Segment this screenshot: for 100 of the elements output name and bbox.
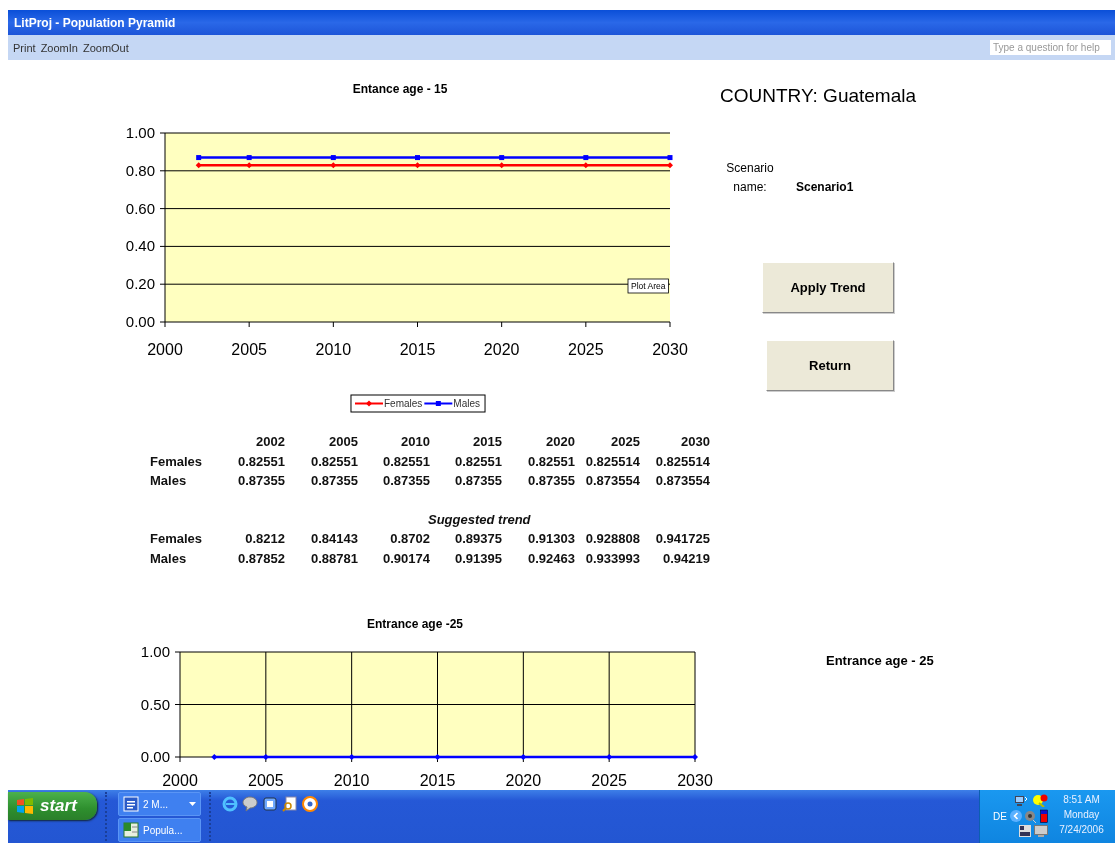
document-app-icon	[123, 796, 139, 812]
document-search-icon[interactable]	[282, 796, 298, 812]
section-title: Suggested trend	[428, 510, 531, 529]
table-cell-text: 0.82551	[528, 452, 575, 471]
taskbar-button[interactable]: Popula...	[118, 818, 201, 842]
country-heading: COUNTRY: Guatemala	[720, 85, 917, 107]
table-cell-text: 0.87355	[528, 472, 575, 490]
window-title: LitProj - Population Pyramid	[14, 15, 176, 30]
table-cell-text: 0.941725	[655, 530, 710, 548]
menu-item[interactable]: Print	[12, 41, 37, 54]
battery-icon	[1040, 809, 1048, 823]
table-cell-text: 0.90174	[383, 549, 430, 568]
clock-day: Monday	[1063, 809, 1100, 820]
axis-tick-label: 0.60	[125, 199, 155, 217]
menu-item[interactable]: ZoomOut	[81, 41, 130, 54]
axis-tick-label: 1.00	[140, 643, 170, 660]
action-button[interactable]: Return	[766, 340, 894, 391]
data-point	[692, 754, 698, 760]
column-header: 2015	[473, 433, 502, 451]
data-point	[211, 754, 218, 760]
monitor-icon	[1034, 825, 1048, 837]
axis-tick-label: 2000	[147, 341, 183, 358]
row-header: Females	[150, 452, 203, 471]
menu-item[interactable]: ZoomIn	[39, 41, 79, 54]
table-cell-text: 0.94219	[663, 549, 710, 568]
speaker-icon	[1025, 809, 1037, 823]
table-cell-text: 0.82551	[383, 452, 430, 471]
data-point	[606, 754, 613, 760]
disc-icon[interactable]	[302, 796, 318, 812]
grid-icon	[1019, 825, 1031, 837]
row-header: Males	[150, 472, 187, 490]
axis-tick-label: 2020	[505, 772, 542, 789]
data-point	[348, 754, 355, 760]
table-cell-text: 0.928808	[585, 530, 640, 548]
table-cell-text: 0.8702	[390, 530, 430, 548]
column-header: 2002	[256, 433, 285, 451]
help-search-field[interactable]: Type a question for help	[989, 39, 1112, 56]
axis-tick-label: 2025	[591, 772, 627, 789]
axis-tick-label: 2025	[568, 341, 604, 358]
scenario-name: Scenario1	[796, 179, 854, 196]
chart-title: Entance age - 15	[352, 82, 448, 96]
axis-tick-label: 2015	[399, 341, 436, 358]
table-cell-text: 0.91303	[528, 530, 575, 548]
axis-tick-label: 0.00	[125, 313, 155, 330]
axis-tick-label: 2020	[483, 341, 520, 358]
legend-label: Males	[453, 398, 480, 409]
axis-tick-label: 0.50	[140, 695, 170, 713]
axis-tick-label: 0.40	[125, 237, 155, 255]
column-header: 2005	[329, 433, 358, 451]
table-cell-text: 0.87355	[311, 472, 358, 490]
table-cell-text: 0.82551	[455, 452, 502, 471]
table-cell-text: 0.87355	[238, 472, 285, 490]
axis-tick-label: 0.20	[125, 275, 155, 293]
data-point	[262, 754, 269, 760]
column-header: 2030	[681, 433, 710, 451]
axis-tick-label: 2000	[162, 772, 198, 789]
table-cell-text: 0.82551	[311, 452, 358, 471]
network-icon	[1015, 794, 1029, 807]
taskbar-button[interactable]: 2 M...	[118, 792, 201, 816]
section-label: Entrance age - 25	[826, 653, 934, 668]
legend-label: Females	[384, 398, 423, 409]
data-point	[520, 754, 527, 760]
table-cell-text: 0.825514	[655, 452, 710, 471]
clock-date: 7/24/2006	[1059, 824, 1104, 835]
caret-icon	[189, 802, 196, 806]
axis-tick-label: 0.00	[140, 748, 170, 765]
table-cell-text: 0.825514	[585, 452, 640, 471]
table-cell-text: 0.84143	[311, 530, 358, 548]
windows-flag-icon	[16, 798, 34, 814]
chat-bubble-icon[interactable]	[242, 796, 258, 812]
axis-tick-label: 2030	[652, 341, 688, 358]
action-button[interactable]: Apply Trend	[762, 262, 894, 313]
spreadsheet-app-icon	[123, 822, 139, 838]
axis-tick-label: 2015	[419, 772, 456, 789]
axis-tick-label: 2010	[315, 341, 352, 358]
tooltip: Plot Area	[627, 278, 669, 294]
back-arrow-icon	[1010, 810, 1022, 822]
field-label: Scenario name:	[725, 160, 775, 196]
table-cell-text: 0.87852	[238, 549, 285, 568]
legend-line-icon	[423, 401, 454, 406]
chart-title: Entrance age -25	[367, 617, 463, 631]
table-cell-text: 0.91395	[455, 549, 502, 568]
axis-tick-label: 1.00	[125, 124, 155, 141]
axis-tick-label: 2005	[231, 341, 267, 358]
row-header: Males	[150, 549, 187, 568]
table-cell-text: 0.8212	[245, 530, 285, 548]
table-cell-text: 0.873554	[655, 472, 710, 490]
table-cell-text: 0.87355	[455, 472, 502, 490]
table-cell-text: 0.82551	[238, 452, 285, 471]
window-app-icon[interactable]	[262, 796, 278, 812]
table-cell-text: 0.873554	[585, 472, 640, 490]
table-cell-text: 0.88781	[311, 549, 358, 568]
axis-tick-label: 2005	[248, 772, 284, 789]
axis-tick-label: 0.80	[125, 161, 155, 179]
table-cell-text: 0.92463	[528, 549, 575, 568]
column-header: 2020	[546, 433, 575, 451]
row-header: Females	[150, 530, 203, 548]
start-button[interactable]: start	[8, 792, 97, 820]
globe-icon[interactable]	[222, 796, 238, 812]
column-header: 2010	[401, 433, 430, 451]
